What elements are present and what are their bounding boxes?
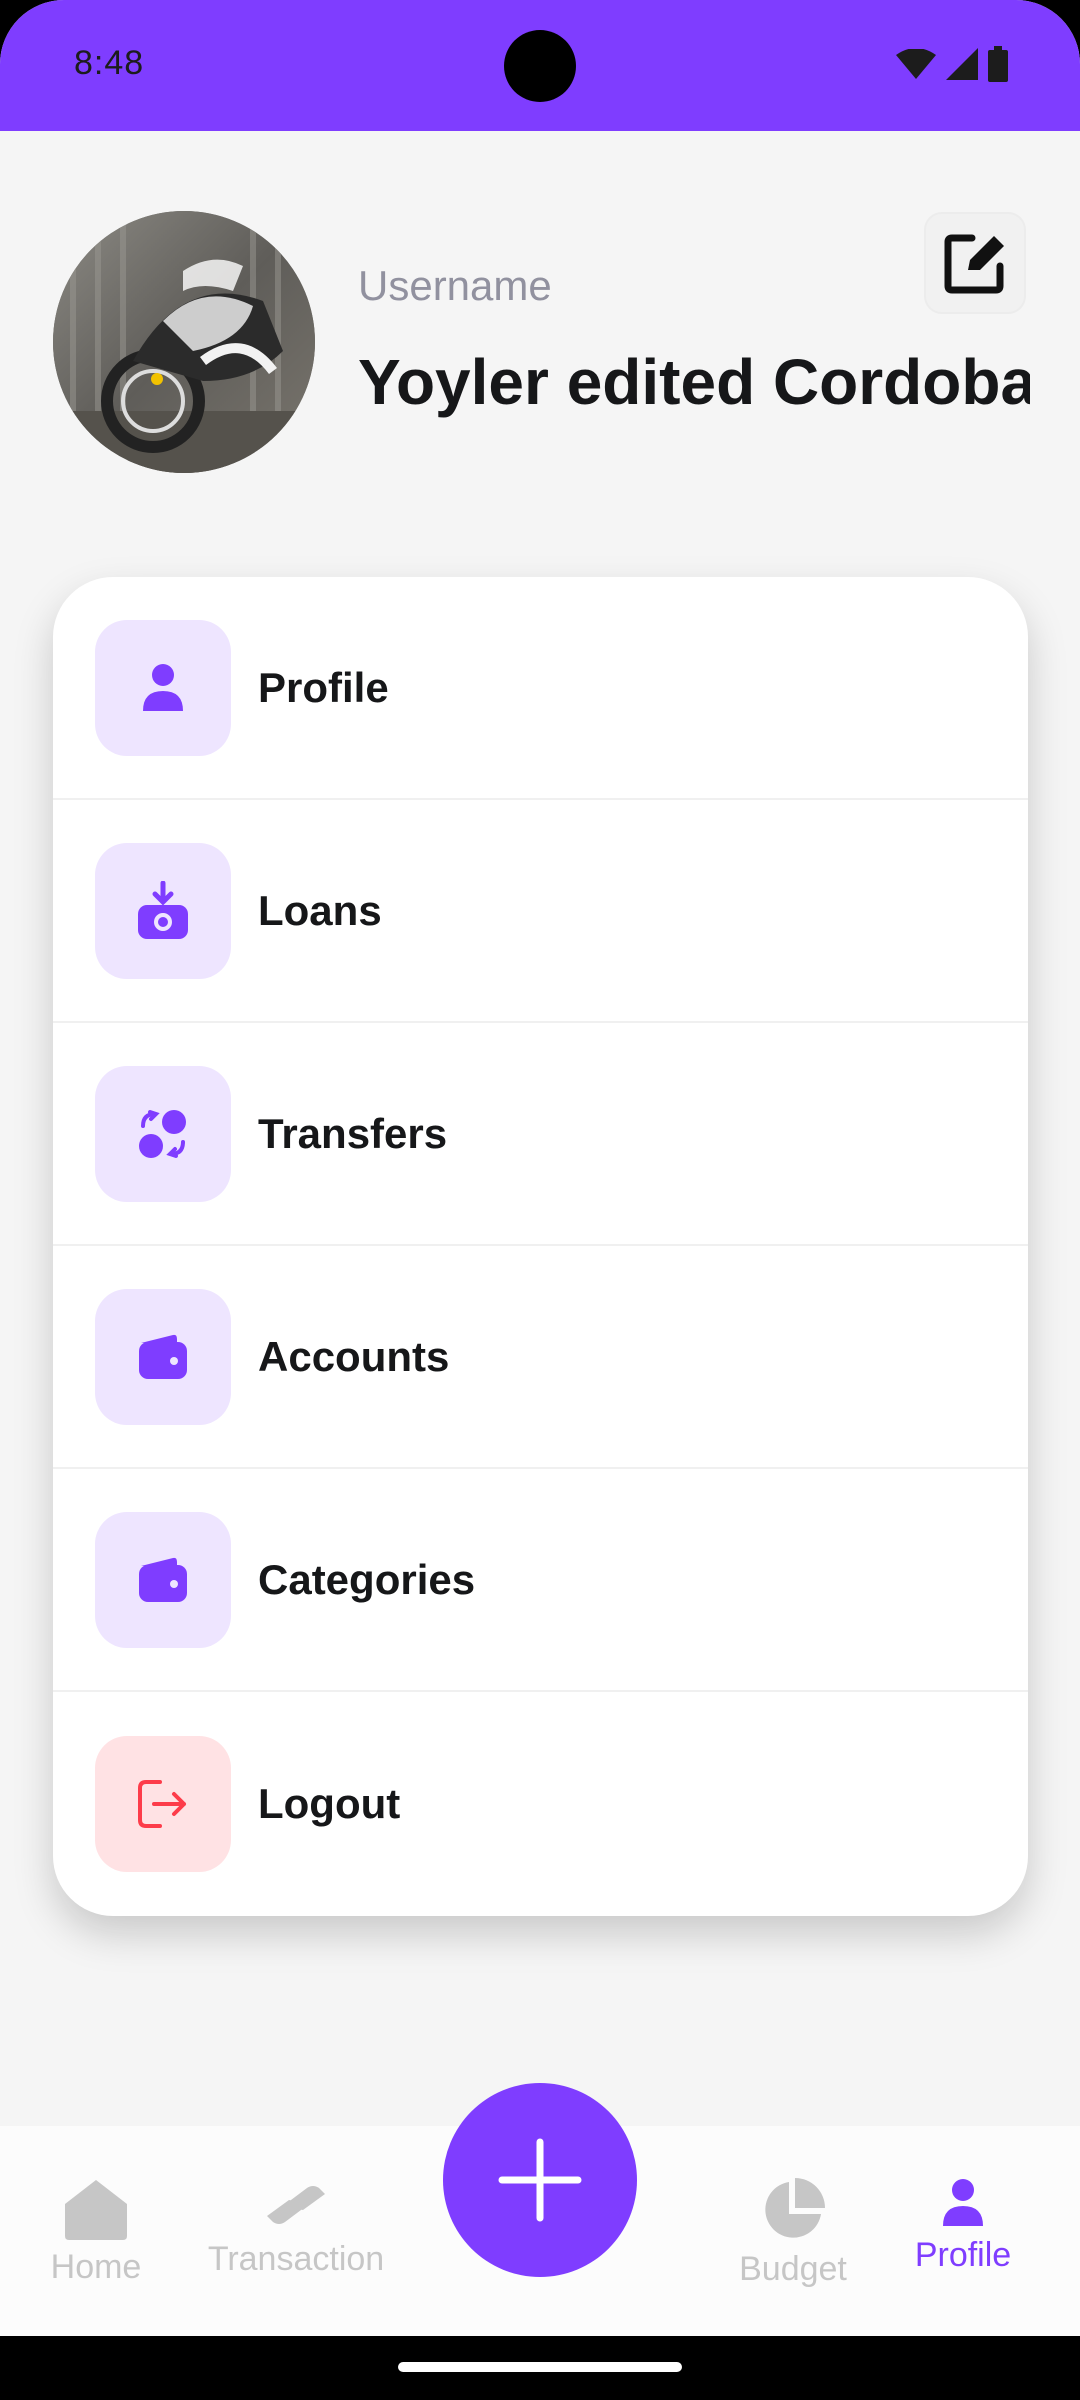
edit-icon [944,234,1004,294]
nav-profile[interactable]: Profile [898,2126,1028,2336]
pie-chart-icon [765,2178,825,2238]
home-indicator[interactable] [398,2362,682,2372]
transfer-icon [139,1109,186,1158]
menu-item-profile[interactable]: Profile [53,577,1028,800]
edit-profile-button[interactable] [924,212,1026,314]
status-bar: 8:48 [0,0,1080,131]
wifi-icon [896,49,936,79]
menu-item-label: Transfers [258,1109,448,1157]
menu-icon-container [95,1735,231,1872]
nav-label: Home [50,2248,142,2286]
menu-icon-container [95,1288,231,1425]
profile-screen: 8:48 Username Yoyler edited Cordoba Prof… [0,0,1080,2400]
menu-item-label: Loans [258,886,382,934]
avatar-photo [53,211,315,473]
status-time: 8:48 [74,44,145,82]
logout-icon [138,1779,186,1828]
menu-item-categories[interactable]: Categories [53,1469,1028,1692]
menu-icon-container [95,1511,231,1648]
transaction-icon [267,2186,325,2224]
nav-label: Budget [739,2250,847,2288]
menu-item-label: Profile [258,663,389,711]
username-value: Yoyler edited Cordoba [358,346,1030,418]
home-icon [65,2180,127,2240]
nav-transaction[interactable]: Transaction [196,2126,396,2336]
wallet-icon [139,1557,187,1602]
menu-item-label: Categories [258,1555,476,1603]
status-icons [896,46,1008,82]
menu-item-transfers[interactable]: Transfers [53,1023,1028,1246]
avatar[interactable] [53,211,315,473]
nav-label: Profile [914,2236,1012,2274]
menu-item-accounts[interactable]: Accounts [53,1246,1028,1469]
menu-item-label: Logout [258,1779,401,1827]
menu-item-loans[interactable]: Loans [53,800,1028,1023]
nav-label: Transaction [207,2240,385,2278]
wallet-icon [139,1334,187,1379]
menu-icon-container [95,842,231,979]
add-transaction-button[interactable] [443,2083,637,2277]
menu-item-label: Accounts [258,1332,450,1380]
battery-icon [988,46,1008,82]
camera-cutout [504,30,576,102]
person-icon [143,663,183,711]
menu-icon-container [95,1065,231,1202]
menu-item-logout[interactable]: Logout [53,1692,1028,1915]
menu-icon-container [95,619,231,756]
download-wallet-icon [138,880,188,939]
nav-home[interactable]: Home [36,2126,156,2336]
nav-budget[interactable]: Budget [728,2126,858,2336]
username-label: Username [358,262,552,309]
menu-card: Profile Loans Transfers Accounts Categor… [53,577,1028,1916]
person-icon [943,2179,983,2226]
signal-icon [946,48,978,80]
plus-icon [498,2138,582,2222]
